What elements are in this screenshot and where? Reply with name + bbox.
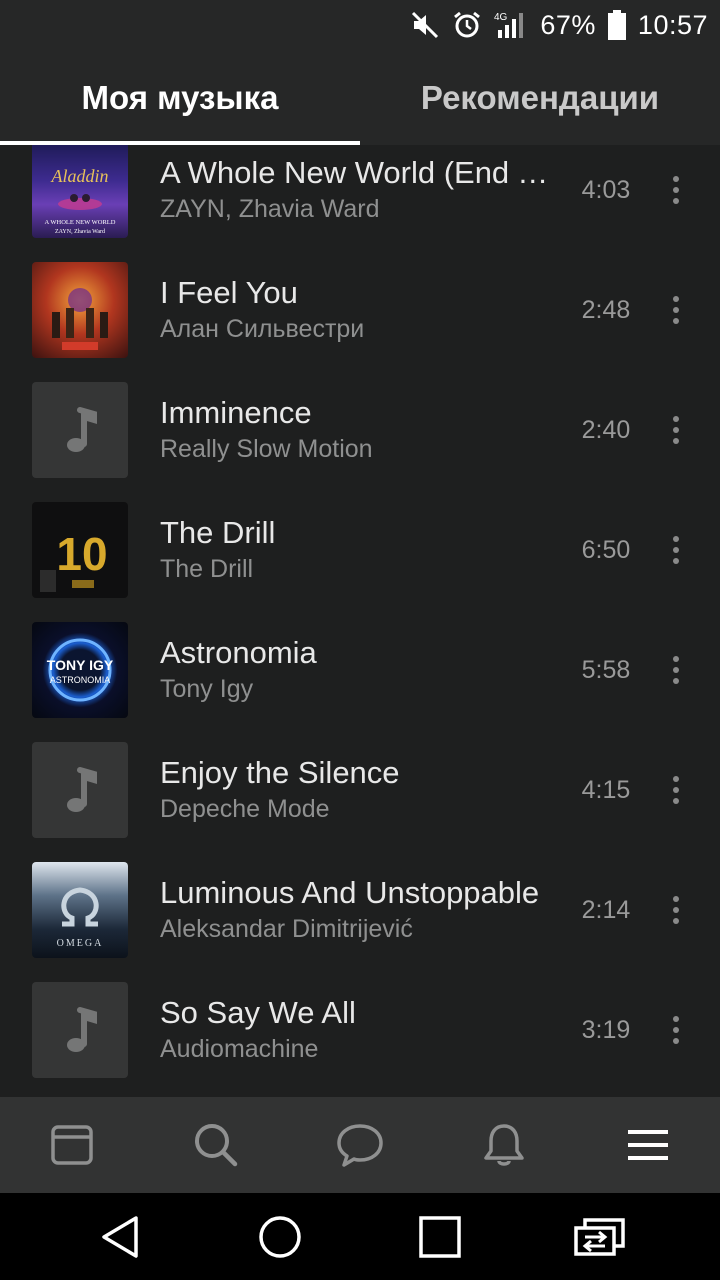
signal-icon: 4G <box>494 10 528 40</box>
tab-recommendations[interactable]: Рекомендации <box>360 50 720 145</box>
track-row[interactable]: Aladdin A WHOLE NEW WORLD ZAYN, Zhavia W… <box>0 145 720 250</box>
track-row[interactable]: So Say We All Audiomachine 3:19 <box>0 970 720 1090</box>
track-artist: Audiomachine <box>160 1035 319 1063</box>
track-artist: Depeche Mode <box>160 795 330 823</box>
recents-icon[interactable] <box>395 1193 485 1280</box>
track-row[interactable]: Imminence Really Slow Motion 2:40 <box>0 370 720 490</box>
track-title: The Drill <box>160 515 276 550</box>
track-artist: Aleksandar Dimitrijević <box>160 915 413 943</box>
avengers-cover <box>32 262 128 358</box>
track-artist: ZAYN, Zhavia Ward <box>160 195 380 223</box>
track-artist: Tony Igy <box>160 675 254 703</box>
track-row[interactable]: 10 The Drill The Drill 6:50 <box>0 490 720 610</box>
network-label: 4G <box>494 12 508 23</box>
messages-icon[interactable] <box>310 1097 410 1193</box>
track-title: I Feel You <box>160 275 298 310</box>
aladdin-cover: Aladdin A WHOLE NEW WORLD ZAYN, Zhavia W… <box>32 145 128 238</box>
track-duration: 2:48 <box>581 295 631 324</box>
track-artist: Really Slow Motion <box>160 435 373 463</box>
track-duration: 2:40 <box>581 415 631 444</box>
cover-title-label: ASTRONOMIA <box>50 675 111 685</box>
track-duration: 6:50 <box>581 535 631 564</box>
search-icon[interactable] <box>166 1097 266 1193</box>
track-duration: 2:14 <box>581 895 631 924</box>
track-title: So Say We All <box>160 995 356 1030</box>
newsfeed-icon[interactable] <box>22 1097 122 1193</box>
battery-percent: 67% <box>540 9 596 40</box>
track-row[interactable]: I Feel You Алан Сильвестри 2:48 <box>0 250 720 370</box>
track-duration: 4:03 <box>581 175 631 204</box>
back-icon[interactable] <box>75 1193 165 1280</box>
track-duration: 3:19 <box>581 1015 631 1044</box>
clock: 10:57 <box>637 9 708 40</box>
cover-caption: A WHOLE NEW WORLD <box>45 219 116 226</box>
music-tabs: Моя музыка Рекомендации <box>0 50 720 145</box>
music-note-placeholder <box>32 982 128 1078</box>
track-duration: 5:58 <box>581 655 631 684</box>
dual-window-icon[interactable] <box>555 1193 645 1280</box>
bottom-navigation <box>0 1097 720 1193</box>
more-options-icon[interactable] <box>656 1000 696 1060</box>
notifications-icon[interactable] <box>454 1097 554 1193</box>
tab-my-music[interactable]: Моя музыка <box>0 50 360 145</box>
omega-cover: OMEGA <box>32 862 128 958</box>
status-bar: 4G 67% 10:57 <box>0 0 720 50</box>
track-artist: The Drill <box>160 555 254 583</box>
track-title: Luminous And Unstoppable <box>160 875 540 910</box>
battery-icon <box>607 10 626 40</box>
more-options-icon[interactable] <box>656 400 696 460</box>
track-row[interactable]: TONY IGY ASTRONOMIA Astronomia Tony Igy … <box>0 610 720 730</box>
more-options-icon[interactable] <box>656 520 696 580</box>
cover-artists: ZAYN, Zhavia Ward <box>55 229 105 235</box>
more-options-icon[interactable] <box>656 880 696 940</box>
cover-caption: OMEGA <box>57 938 104 949</box>
track-title: Imminence <box>160 395 312 430</box>
menu-icon[interactable] <box>598 1097 698 1193</box>
track-title: A Whole New World (End T… <box>160 155 562 190</box>
best-of-10-cover: 10 <box>32 502 128 598</box>
track-list: Aladdin A WHOLE NEW WORLD ZAYN, Zhavia W… <box>0 145 720 1097</box>
more-options-icon[interactable] <box>656 160 696 220</box>
alarm-icon <box>452 10 482 40</box>
track-title: Astronomia <box>160 635 317 670</box>
track-row[interactable]: Enjoy the Silence Depeche Mode 4:15 <box>0 730 720 850</box>
home-icon[interactable] <box>235 1193 325 1280</box>
cover-artist-label: TONY IGY <box>47 657 114 673</box>
music-note-icon <box>67 407 97 452</box>
track-row[interactable]: OMEGA Luminous And Unstoppable Aleksanda… <box>0 850 720 970</box>
mute-icon <box>410 10 440 40</box>
track-title: Enjoy the Silence <box>160 755 400 790</box>
app-screen: 4G 67% 10:57 Моя музыка Рекомендации Ala… <box>0 0 720 1280</box>
track-duration: 4:15 <box>581 775 631 804</box>
astronomia-cover: TONY IGY ASTRONOMIA <box>32 622 128 718</box>
music-note-placeholder <box>32 382 128 478</box>
more-options-icon[interactable] <box>656 760 696 820</box>
more-options-icon[interactable] <box>656 280 696 340</box>
track-artist: Алан Сильвестри <box>160 315 365 343</box>
music-note-placeholder <box>32 742 128 838</box>
more-options-icon[interactable] <box>656 640 696 700</box>
music-note-icon <box>67 767 97 812</box>
music-note-icon <box>67 1007 97 1052</box>
cover-number: 10 <box>56 528 107 580</box>
system-navigation-bar <box>0 1193 720 1280</box>
svg-text:Aladdin: Aladdin <box>51 166 109 186</box>
